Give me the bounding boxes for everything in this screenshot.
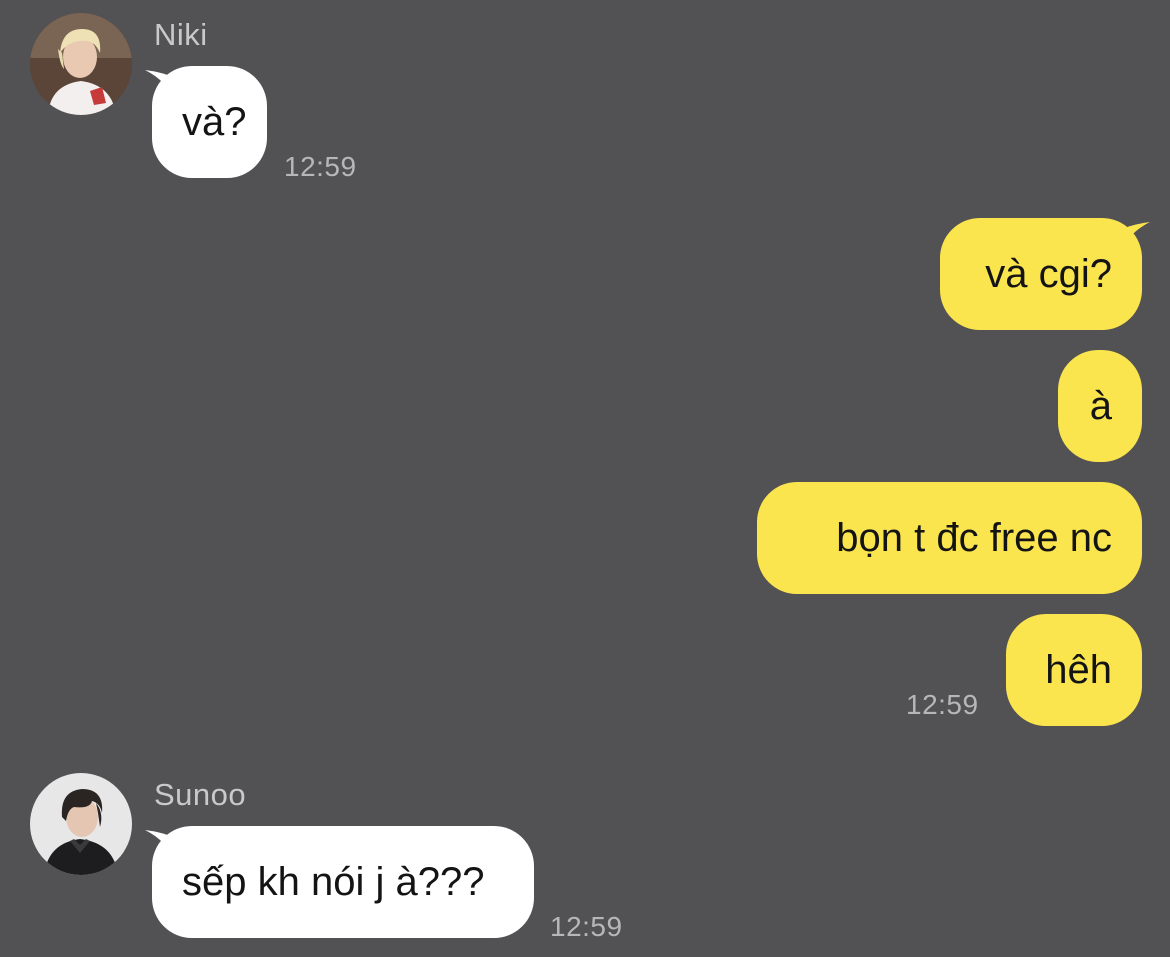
- message-text: bọn t đc free nc: [836, 515, 1112, 560]
- message-timestamp: 12:59: [550, 911, 623, 942]
- message-text: sếp kh nói j à???: [182, 859, 485, 904]
- avatar-niki[interactable]: [30, 13, 132, 115]
- sender-name: Niki: [154, 17, 208, 52]
- avatar-photo-icon: [30, 13, 132, 115]
- message-bubble-outgoing[interactable]: và cgi?: [940, 218, 1142, 330]
- message-bubble-incoming[interactable]: sếp kh nói j à???: [152, 826, 534, 938]
- message-bubble-outgoing[interactable]: à: [1058, 350, 1142, 462]
- message-timestamp: 12:59: [906, 689, 979, 720]
- message-bubble-outgoing[interactable]: bọn t đc free nc: [757, 482, 1142, 594]
- message-timestamp: 12:59: [284, 151, 357, 182]
- message-text: à: [1089, 383, 1112, 428]
- message-text: và?: [182, 99, 247, 144]
- message-bubble-outgoing[interactable]: hêh: [1006, 614, 1142, 726]
- avatar-photo-icon: [30, 773, 132, 875]
- chat-view: Niki và? 12:59 và cgi? à bọn t đc free n…: [0, 0, 1170, 957]
- sender-name: Sunoo: [154, 777, 247, 812]
- avatar-sunoo[interactable]: [30, 773, 132, 875]
- message-text: và cgi?: [985, 251, 1112, 296]
- message-text: hêh: [1045, 647, 1112, 692]
- message-bubble-incoming[interactable]: và?: [152, 66, 267, 178]
